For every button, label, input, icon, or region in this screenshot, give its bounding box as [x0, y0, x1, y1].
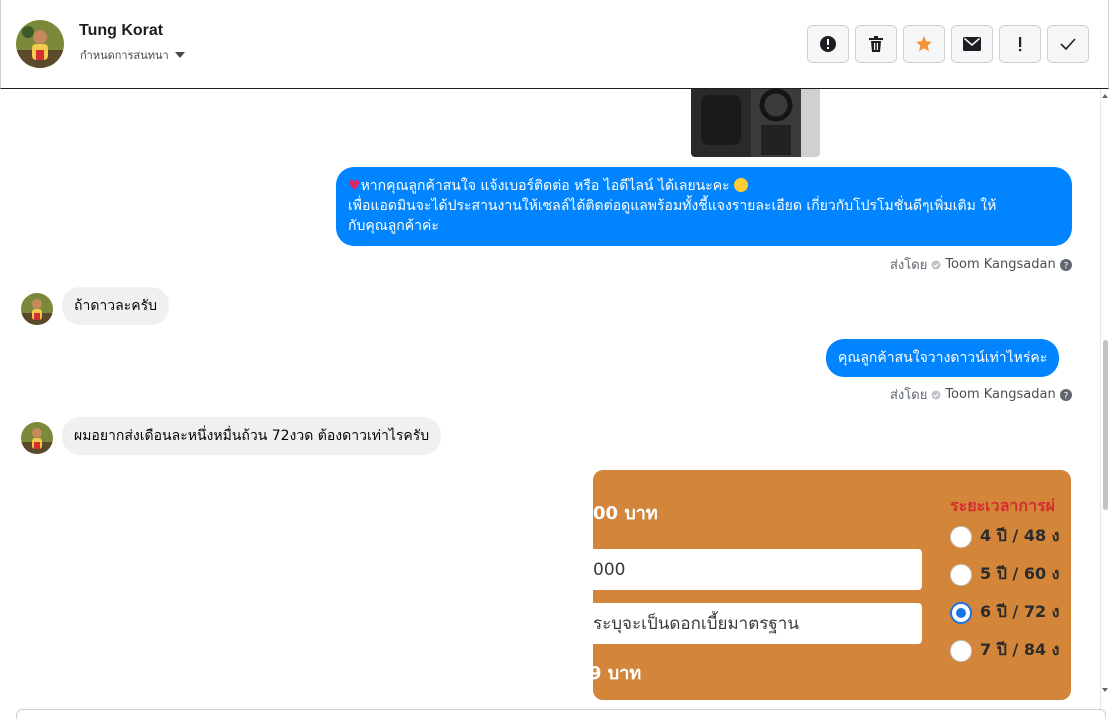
term-option-60: 5 ปี / 60 ง — [950, 562, 1060, 587]
scroll-up-arrow-icon[interactable] — [1102, 94, 1108, 98]
spam-report-button[interactable] — [807, 25, 849, 63]
exclamation-icon — [1019, 37, 1022, 52]
message-text-line2: เพื่อแอดมินจะได้ประสานงานให้เซลล์ได้ติดต… — [348, 198, 997, 214]
conversation-window: Tung Korat กำหนดการสนทนา ♥หากคุณลูกค้าสน… — [0, 0, 1109, 719]
star-button[interactable] — [903, 25, 945, 63]
loan-term-title: ระยะเวลาการผ่ — [950, 496, 1056, 515]
delete-button[interactable] — [855, 25, 897, 63]
message-list[interactable]: ♥หากคุณลูกค้าสนใจ แจ้งเบอร์ติดต่อ หรือ ไ… — [0, 89, 1100, 719]
message-text-line1: หากคุณลูกค้าสนใจ แจ้งเบอร์ติดต่อ หรือ ไอ… — [360, 178, 730, 194]
car-interior-photo[interactable] — [691, 89, 820, 157]
message-composer[interactable] — [16, 709, 1106, 719]
radio-selected-icon — [950, 601, 972, 624]
agent-check-icon — [931, 390, 941, 399]
message-text: คุณลูกค้าสนใจวางดาวน์เท่าไหร่คะ — [838, 350, 1048, 366]
contact-avatar[interactable] — [21, 293, 53, 325]
caret-down-icon — [174, 52, 185, 58]
term-option-label: 7 ปี / 84 ง — [980, 640, 1060, 659]
outgoing-message-bubble[interactable]: คุณลูกค้าสนใจวางดาวน์เท่าไหร่คะ — [826, 339, 1060, 377]
sent-by-agent[interactable]: Toom Kangsadan — [945, 387, 1055, 402]
conversation-toolbar — [807, 25, 1089, 63]
message-line: ♥หากคุณลูกค้าสนใจ แจ้งเบอร์ติดต่อ หรือ ไ… — [348, 176, 1060, 196]
conversation-header: Tung Korat กำหนดการสนทนา — [0, 0, 1109, 89]
term-option-label: 4 ปี / 48 ง — [980, 526, 1060, 545]
term-option-48: 4 ปี / 48 ง — [950, 524, 1060, 549]
mark-done-button[interactable] — [1047, 25, 1089, 63]
term-option-72: 6 ปี / 72 ง — [950, 600, 1060, 625]
agent-check-icon — [931, 260, 941, 269]
alert-circle-icon — [820, 36, 836, 52]
radio-icon — [950, 525, 972, 548]
incoming-message-bubble[interactable]: ผมอยากส่งเดือนละหนึ่งหมื่นถ้วน 72งวด ต้อ… — [62, 417, 442, 455]
sent-by-label: ส่งโดย — [890, 258, 928, 273]
loan-amount-value: 000 — [593, 559, 626, 580]
avatar[interactable] — [16, 20, 64, 68]
scrollbar-thumb[interactable] — [1103, 340, 1108, 510]
monthly-payment-label: 9 บาท — [593, 663, 642, 684]
message-text: ถ้าดาวละครับ — [74, 298, 158, 314]
term-option-84: 7 ปี / 84 ง — [950, 638, 1060, 663]
loan-amount-field: 000 — [593, 549, 922, 590]
sent-by-label: ส่งโดย — [890, 388, 928, 403]
star-icon — [916, 36, 932, 52]
sent-by-agent[interactable]: Toom Kangsadan — [945, 257, 1055, 272]
heart-emoji-icon: ♥ — [348, 178, 361, 194]
outgoing-message-bubble[interactable]: ♥หากคุณลูกค้าสนใจ แจ้งเบอร์ติดต่อ หรือ ไ… — [336, 167, 1072, 246]
trash-icon — [869, 36, 883, 52]
loan-amount-label: 00 บาท — [593, 503, 658, 524]
term-option-label: 6 ปี / 72 ง — [980, 602, 1060, 621]
interest-rate-field: ระบุจะเป็นดอกเบี้ยมาตรฐาน — [593, 603, 922, 644]
term-option-label: 5 ปี / 60 ง — [980, 564, 1060, 583]
envelope-icon — [963, 37, 981, 51]
interest-rate-value: ระบุจะเป็นดอกเบี้ยมาตรฐาน — [593, 614, 799, 634]
mark-unread-button[interactable] — [951, 25, 993, 63]
conversation-label: กำหนดการสนทนา — [80, 49, 169, 62]
follow-up-button[interactable] — [999, 25, 1041, 63]
smiling-face-with-hearts-icon — [734, 178, 749, 192]
sent-by-info: ส่งโดย Toom Kangsadan ? — [890, 254, 1072, 275]
conversation-label-dropdown[interactable]: กำหนดการสนทนา — [80, 46, 185, 64]
svg-text:?: ? — [1063, 391, 1068, 401]
help-icon[interactable]: ? — [1059, 258, 1072, 271]
help-icon[interactable]: ? — [1059, 388, 1072, 401]
message-text: ผมอยากส่งเดือนละหนึ่งหมื่นถ้วน 72งวด ต้อ… — [74, 428, 430, 444]
radio-icon — [950, 639, 972, 662]
check-icon — [1060, 38, 1076, 50]
incoming-message-bubble[interactable]: ถ้าดาวละครับ — [62, 287, 170, 325]
radio-icon — [950, 563, 972, 586]
contact-avatar[interactable] — [21, 422, 53, 454]
svg-text:?: ? — [1063, 261, 1068, 271]
contact-name[interactable]: Tung Korat — [79, 22, 163, 40]
sent-by-info: ส่งโดย Toom Kangsadan ? — [890, 384, 1072, 405]
message-text-line3: กับคุณลูกค้าค่ะ — [348, 218, 439, 234]
loan-calculator-image[interactable]: 00 บาท 000 ระบุจะเป็นดอกเบี้ยมาตรฐาน 9 บ… — [593, 470, 1071, 700]
scroll-down-arrow-icon[interactable] — [1102, 688, 1108, 692]
